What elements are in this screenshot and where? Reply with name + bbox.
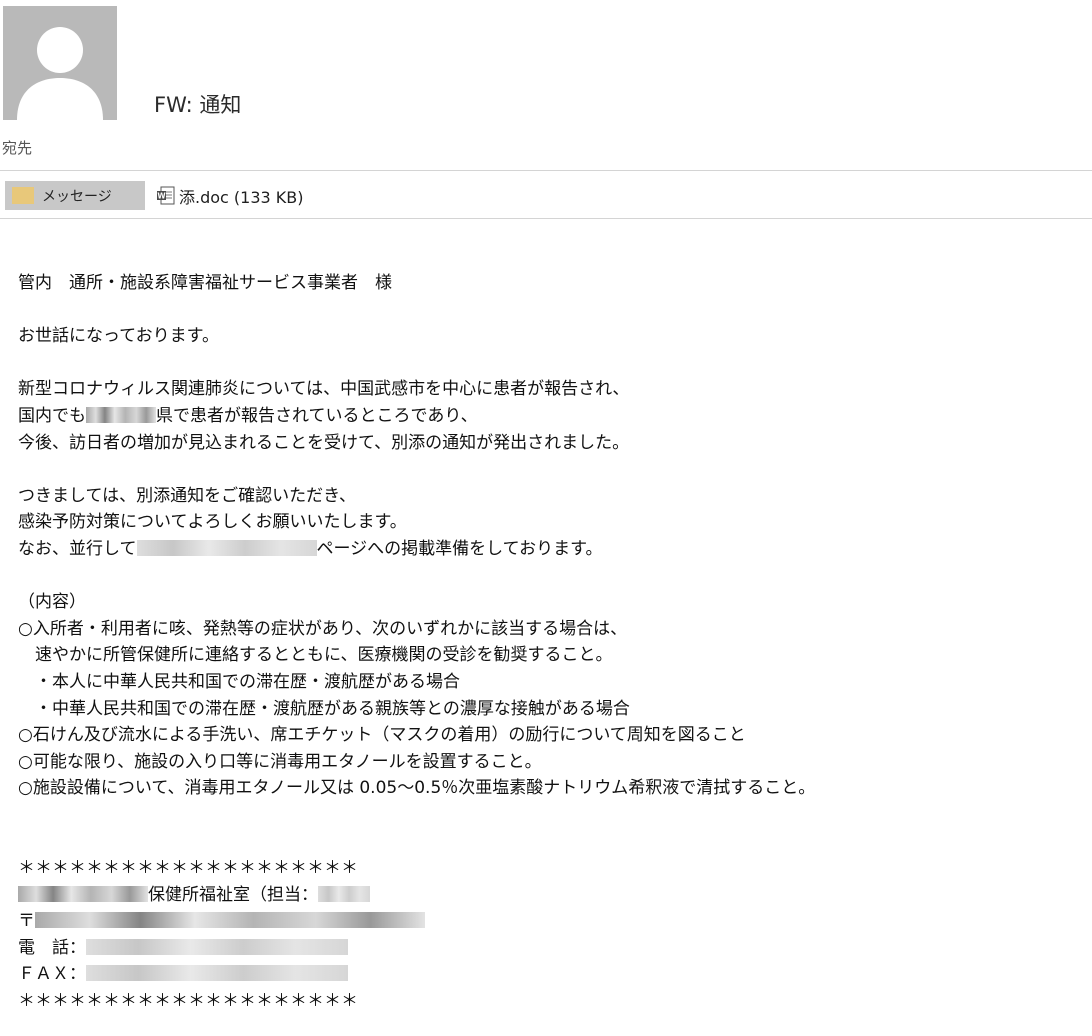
message-tab-label: メッセージ bbox=[42, 188, 112, 205]
body-text-fragment: ページへの掲載準備をしております。 bbox=[316, 538, 603, 559]
signature-separator: ＊＊＊＊＊＊＊＊＊＊＊＊＊＊＊＊＊＊＊＊ bbox=[18, 858, 358, 879]
signature-address: 〒 bbox=[18, 908, 1088, 935]
redacted-fax-number bbox=[86, 965, 348, 982]
signature-office: 保健所福祉室（担当： bbox=[18, 882, 1088, 909]
sender-avatar bbox=[3, 6, 117, 120]
content-subitem: ・本人に中華人民共和国での滞在歴・渡航歴がある場合 bbox=[18, 671, 460, 692]
content-item: ○施設設備について、消毒用エタノール又は 0.05～0.5％次亜塩素酸ナトリウム… bbox=[18, 778, 816, 799]
redacted-address bbox=[35, 912, 425, 929]
content-item: ○石けん及び流水による手洗い、席エチケット（マスクの着用）の励行について周知を図… bbox=[18, 725, 746, 746]
body-text-fragment: 国内でも bbox=[18, 405, 86, 426]
greeting-line: お世話になっております。 bbox=[18, 326, 219, 347]
redacted-office-name bbox=[18, 885, 148, 902]
body-line: つきましては、別添通知をご確認いただき、 bbox=[18, 485, 356, 506]
message-tab[interactable]: メッセージ bbox=[5, 181, 145, 210]
content-header: （内容） bbox=[18, 592, 86, 613]
body-line: 国内でも 県で患者が報告されているところであり、 bbox=[18, 403, 1088, 430]
content-item: 速やかに所管保健所に連絡するとともに、医療機関の受診を勧奨すること。 bbox=[18, 645, 613, 666]
recipient-label[interactable]: 宛先 bbox=[2, 137, 32, 158]
folder-icon bbox=[12, 187, 34, 204]
content-item: ○可能な限り、施設の入り口等に消毒用エタノールを設置すること。 bbox=[18, 751, 542, 772]
svg-text:W: W bbox=[157, 191, 166, 200]
addressee-line: 管内 通所・施設系障害福祉サービス事業者 様 bbox=[18, 273, 392, 293]
attachment-divider bbox=[0, 218, 1092, 219]
body-text-fragment: 県で患者が報告されているところであり、 bbox=[156, 405, 478, 426]
person-placeholder-icon bbox=[3, 6, 117, 120]
attachment-filename: 添.doc (133 KB) bbox=[179, 187, 304, 207]
attachment-item[interactable]: W 添.doc (133 KB) bbox=[156, 181, 304, 210]
body-text-fragment: なお、並行して bbox=[18, 538, 137, 559]
body-line: 感染予防対策についてよろしくお願いいたします。 bbox=[18, 512, 407, 533]
signature-postal-mark: 〒 bbox=[18, 911, 35, 932]
signature-tel: 電 話： bbox=[18, 935, 1088, 962]
signature-fax-label: ＦＡＸ： bbox=[18, 964, 86, 985]
body-line: 新型コロナウィルス関連肺炎については、中国武感市を中心に患者が報告され、 bbox=[18, 379, 630, 400]
signature-fax: ＦＡＸ： bbox=[18, 961, 1088, 988]
redacted-contact-person bbox=[318, 885, 370, 902]
attachment-bar: メッセージ W 添.doc (133 KB) bbox=[0, 171, 1092, 218]
signature-office-label: 保健所福祉室（担当： bbox=[148, 884, 318, 905]
content-subitem: ・中華人民共和国での滞在歴・渡航歴がある親族等との濃厚な接触がある場合 bbox=[18, 698, 630, 719]
email-subject: FW: 通知 bbox=[154, 93, 242, 117]
redacted-website-name bbox=[136, 539, 317, 556]
word-document-icon: W bbox=[156, 186, 176, 206]
signature-tel-label: 電 話： bbox=[18, 937, 86, 958]
body-line: なお、並行して ページへの掲載準備をしております。 bbox=[18, 536, 1088, 563]
content-item: ○入所者・利用者に咳、発熱等の症状があり、次のいずれかに該当する場合は、 bbox=[18, 618, 628, 639]
email-header: FW: 通知 宛先 bbox=[0, 0, 1092, 170]
redacted-phone-number bbox=[86, 938, 348, 955]
redacted-prefecture bbox=[86, 406, 156, 423]
signature-separator: ＊＊＊＊＊＊＊＊＊＊＊＊＊＊＊＊＊＊＊＊ bbox=[18, 991, 358, 1012]
body-line: 今後、訪日者の増加が見込まれることを受けて、別添の通知が発出されました。 bbox=[18, 432, 630, 453]
email-body: 管内 通所・施設系障害福祉サービス事業者 様 お世話になっております。 新型コロ… bbox=[18, 270, 1088, 1015]
